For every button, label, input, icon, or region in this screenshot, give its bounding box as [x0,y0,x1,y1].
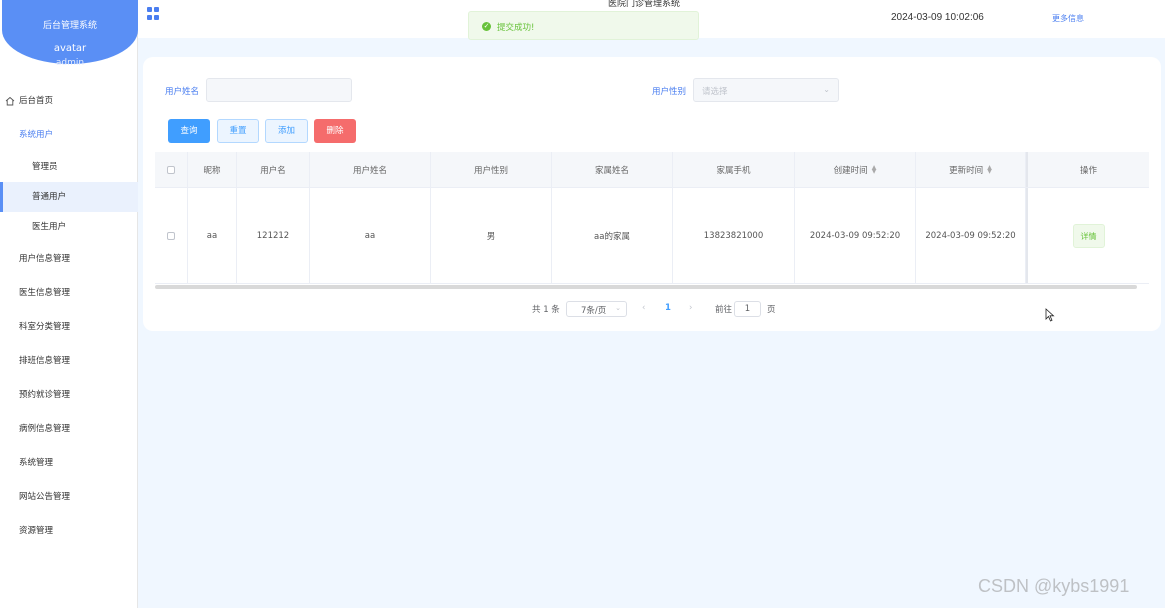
cell-realname: aa [310,188,431,283]
sidebar-item-label: 系统用户 [19,130,54,140]
sidebar-item-label: 资源管理 [19,526,54,536]
gender-label: 用户性别 [652,87,687,97]
brand-title: 后台管理系统 [42,21,97,31]
more-info-link[interactable]: 更多信息 [1052,13,1084,24]
sidebar-item-label: 科室分类管理 [19,322,71,332]
sidebar-item-appointment[interactable]: 预约就诊管理 [0,378,138,412]
sidebar-item-label: 预约就诊管理 [19,390,71,400]
query-button[interactable]: 查询 [168,119,210,143]
cell-username: 121212 [237,188,310,283]
brand-header: 后台管理系统 avatar admin [2,0,138,68]
toast-message: 提交成功! [497,23,535,33]
page-title: 医院门诊管理系统 [608,0,681,9]
sidebar-item-notice[interactable]: 网站公告管理 [0,480,138,514]
gender-select[interactable]: 请选择 ⌄ [693,78,839,102]
sidebar-subitem-normal-user[interactable]: 普通用户 [0,182,138,212]
col-username: 用户名 [237,152,310,187]
current-page[interactable]: 1 [665,303,671,313]
delete-button[interactable]: 删除 [314,119,356,143]
page-size-select[interactable]: 7条/页 ⌄ [566,301,627,317]
sidebar-item-label: 普通用户 [32,192,67,202]
avatar-alt-text: avatar [53,43,87,54]
sidebar-item-label: 医生用户 [32,222,67,232]
col-nickname: 昵称 [188,152,237,187]
col-realname: 用户姓名 [310,152,431,187]
col-created-label: 创建时间 [833,165,868,176]
main-card: 用户姓名 用户性别 请选择 ⌄ 查询 重置 添加 删除 昵称 用户名 用户姓名 … [143,57,1161,331]
add-button[interactable]: 添加 [265,119,308,143]
sidebar-group-system-users[interactable]: 系统用户 [0,118,138,152]
col-family-name: 家属姓名 [552,152,673,187]
sidebar-item-home[interactable]: 后台首页 [0,84,138,118]
sidebar-item-resource[interactable]: 资源管理 [0,514,138,548]
table-header: 昵称 用户名 用户姓名 用户性别 家属姓名 家属手机 创建时间 ▲ ▼ 更新时间 ▲ ▼… [155,152,1149,188]
name-label: 用户姓名 [165,87,200,97]
col-updated-label: 更新时间 [949,165,984,176]
col-gender: 用户性别 [431,152,552,187]
col-created[interactable]: 创建时间 ▲ ▼ [795,152,916,187]
success-toast: ✓ 提交成功! [468,11,699,40]
sidebar-item-case[interactable]: 病例信息管理 [0,412,138,446]
sidebar-item-user-info[interactable]: 用户信息管理 [0,242,138,276]
page-suffix: 页 [767,305,776,315]
sidebar-item-doctor-info[interactable]: 医生信息管理 [0,276,138,310]
detail-button[interactable]: 详情 [1072,223,1105,248]
sidebar: 后台管理系统 avatar admin 后台首页 系统用户 管理员 普通用户 医… [0,0,138,608]
menu-grid-icon[interactable] [147,7,160,20]
mouse-cursor-icon [1045,308,1055,322]
col-family-phone: 家属手机 [673,152,795,187]
username: admin [55,58,85,68]
check-circle-icon: ✓ [482,22,491,31]
watermark: CSDN @kybs1991 [978,576,1130,596]
chevron-down-icon: ⌄ [823,85,830,94]
avatar[interactable]: avatar [2,43,138,54]
next-page-icon[interactable]: › [689,303,692,313]
cell-gender: 男 [431,188,552,283]
row-select-cell [155,188,188,283]
sidebar-menu: 后台首页 系统用户 管理员 普通用户 医生用户 用户信息管理 医生信息管理 科室… [0,84,138,548]
row-checkbox[interactable] [167,231,175,240]
home-icon [5,96,15,106]
sidebar-subitem-admin[interactable]: 管理员 [0,152,138,182]
sidebar-item-label: 医生信息管理 [19,288,71,298]
gender-placeholder: 请选择 [702,87,728,97]
sidebar-item-system[interactable]: 系统管理 [0,446,138,480]
cell-nickname: aa [188,188,237,283]
sidebar-item-department[interactable]: 科室分类管理 [0,310,138,344]
sidebar-item-label: 病例信息管理 [19,424,71,434]
horizontal-scrollbar[interactable] [155,285,1137,289]
sidebar-item-label: 用户信息管理 [19,254,71,264]
datetime: 2024-03-09 10:02:06 [891,12,984,23]
sort-icon[interactable]: ▲ ▼ [872,164,877,174]
select-all-checkbox[interactable] [167,165,175,174]
cell-created: 2024-03-09 09:52:20 [795,188,916,283]
sidebar-item-label: 网站公告管理 [19,492,71,502]
goto-page-input[interactable]: 1 [734,301,761,317]
sidebar-item-label: 排班信息管理 [19,356,71,366]
sidebar-item-label: 后台首页 [19,96,54,106]
user-table: 昵称 用户名 用户姓名 用户性别 家属姓名 家属手机 创建时间 ▲ ▼ 更新时间 ▲ ▼… [155,152,1149,284]
cell-actions: 详情 [1026,188,1149,283]
col-updated[interactable]: 更新时间 ▲ ▼ [916,152,1026,187]
total-count: 共 1 条 [532,305,560,315]
reset-button[interactable]: 重置 [217,119,259,143]
table-row: aa 121212 aa 男 aa的家属 13823821000 2024-03… [155,188,1149,284]
name-input[interactable] [206,78,352,102]
select-all-cell [155,152,188,187]
cell-family-phone: 13823821000 [673,188,795,283]
prev-page-icon[interactable]: ‹ [642,303,645,313]
goto-label: 前往 [715,305,733,315]
sort-icon[interactable]: ▲ ▼ [987,164,992,174]
sidebar-item-schedule[interactable]: 排班信息管理 [0,344,138,378]
page-size-value: 7条/页 [581,306,607,316]
sidebar-item-label: 管理员 [32,162,58,172]
cell-family-name: aa的家属 [552,188,673,283]
col-actions: 操作 [1026,152,1149,187]
sidebar-subitem-doctor-user[interactable]: 医生用户 [0,212,138,242]
chevron-down-icon: ⌄ [615,304,621,312]
sidebar-item-label: 系统管理 [19,458,54,468]
cell-updated: 2024-03-09 09:52:20 [916,188,1026,283]
